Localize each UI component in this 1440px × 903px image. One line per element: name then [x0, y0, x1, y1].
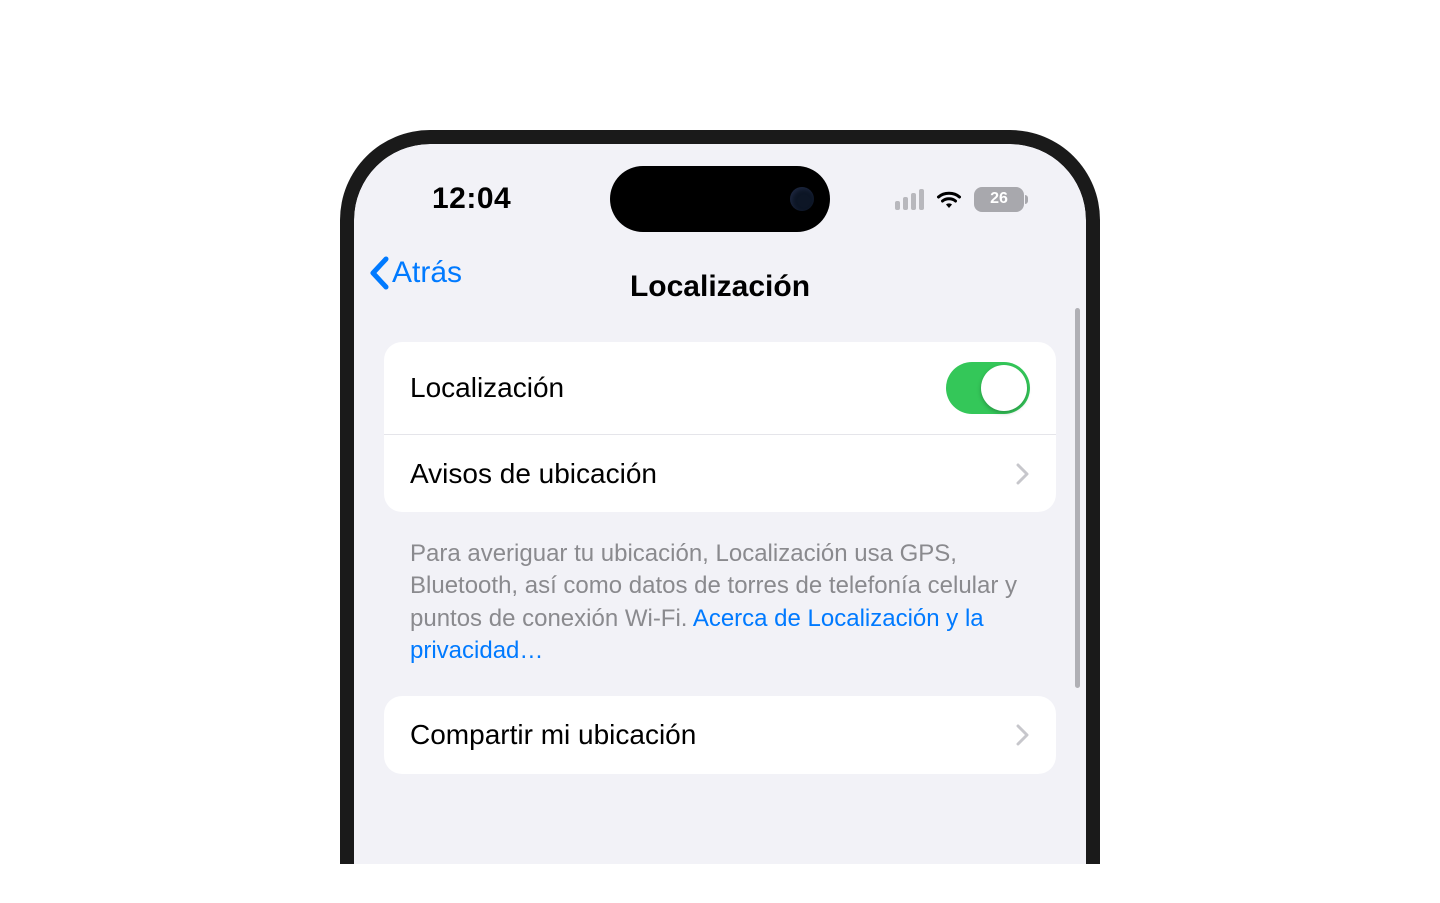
location-services-label: Localización: [410, 372, 564, 404]
settings-group-location: Localización Avisos de ubicación: [384, 342, 1056, 512]
location-services-toggle[interactable]: [946, 362, 1030, 414]
scrollbar[interactable]: [1075, 308, 1080, 688]
chevron-right-icon: [1016, 724, 1030, 746]
location-alerts-label: Avisos de ubicación: [410, 458, 657, 490]
navigation-bar: Atrás Localización: [354, 144, 1086, 318]
location-footer-text: Para averiguar tu ubicación, Localizació…: [384, 526, 1056, 696]
screen: 12:04 26 Atrás: [354, 144, 1086, 864]
battery-level: 26: [990, 190, 1008, 208]
speaker-slit: [680, 136, 760, 142]
location-alerts-row[interactable]: Avisos de ubicación: [384, 434, 1056, 512]
share-location-label: Compartir mi ubicación: [410, 719, 696, 751]
back-label: Atrás: [392, 256, 462, 290]
iphone-frame: 12:04 26 Atrás: [340, 130, 1100, 864]
back-button[interactable]: Atrás: [368, 256, 462, 290]
toggle-knob: [981, 365, 1027, 411]
settings-group-share: Compartir mi ubicación: [384, 696, 1056, 774]
content-area: Localización Avisos de ubicación Para av…: [354, 318, 1086, 774]
chevron-left-icon: [368, 256, 390, 290]
share-location-row[interactable]: Compartir mi ubicación: [384, 696, 1056, 774]
location-services-row[interactable]: Localización: [384, 342, 1056, 434]
page-title: Localización: [630, 270, 810, 304]
chevron-right-icon: [1016, 463, 1030, 485]
